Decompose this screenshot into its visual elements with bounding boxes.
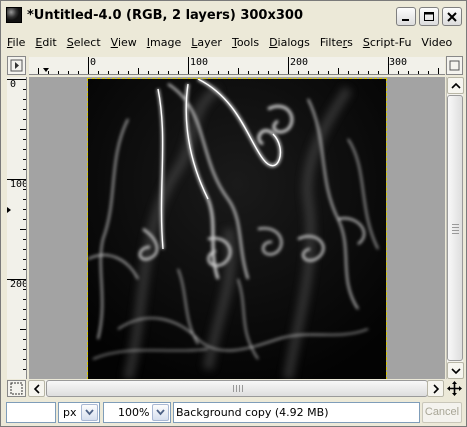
menu-bar: File Edit Select View Image Layer Tools … (2, 33, 465, 53)
maximize-button[interactable] (419, 7, 439, 26)
zoom-value: 100% (118, 406, 150, 419)
chevron-right-icon (433, 384, 440, 394)
menu-dialogs[interactable]: Dialogs (264, 33, 315, 53)
menu-filters[interactable]: Filters (315, 33, 358, 53)
scroll-left-button[interactable] (28, 380, 45, 397)
status-message: Background copy (4.92 MB) (173, 402, 420, 423)
navigate-button[interactable] (446, 380, 463, 397)
ruler-label: 0 (90, 57, 97, 68)
image-window: *Untitled-4.0 (RGB, 2 layers) 300x300 Fi… (0, 0, 467, 427)
ruler-pointer-icon (7, 207, 11, 213)
image-menu-button[interactable] (7, 56, 26, 75)
quick-mask-button[interactable] (7, 380, 26, 397)
zoom-select[interactable]: 100% (103, 402, 171, 423)
arrow-right-icon (10, 59, 23, 72)
title-bar[interactable]: *Untitled-4.0 (RGB, 2 layers) 300x300 (1, 1, 466, 31)
close-button[interactable] (442, 7, 462, 26)
chevron-left-icon (33, 384, 40, 394)
ruler-ticks (7, 79, 26, 370)
menu-view[interactable]: View (106, 33, 142, 53)
menu-video[interactable]: Video (416, 33, 457, 53)
ruler-label: 200 (10, 279, 27, 290)
scroll-up-button[interactable] (447, 77, 464, 94)
window-title: *Untitled-4.0 (RGB, 2 layers) 300x300 (27, 8, 303, 23)
vertical-ruler[interactable]: 0 100 200 (7, 77, 27, 379)
horizontal-scroll-thumb[interactable] (46, 380, 428, 397)
app-icon[interactable] (6, 7, 22, 23)
scroll-down-button[interactable] (447, 362, 464, 379)
ruler-label: 0 (10, 79, 17, 90)
chevron-down-icon (451, 368, 461, 375)
scroll-right-button[interactable] (427, 380, 444, 397)
zoom-toggle-icon (449, 60, 460, 71)
menu-edit[interactable]: Edit (30, 33, 61, 53)
pointer-coordinates (6, 402, 56, 423)
close-icon (447, 12, 457, 22)
menu-file[interactable]: File (2, 33, 30, 53)
maximize-icon (424, 12, 434, 21)
menu-tools[interactable]: Tools (227, 33, 264, 53)
ruler-label: 200 (290, 57, 309, 68)
image-canvas[interactable] (87, 77, 387, 379)
navigate-icon (447, 381, 462, 396)
menu-select[interactable]: Select (62, 33, 106, 53)
chevron-down-icon (85, 409, 94, 416)
vertical-scroll-thumb[interactable] (447, 95, 463, 361)
canvas-area[interactable] (29, 77, 445, 379)
unit-dropdown-button[interactable] (81, 404, 98, 421)
horizontal-ruler[interactable]: 0 100 200 300 (29, 57, 445, 75)
status-bar: px 100% Background copy (4.92 MB) Cancel (1, 399, 466, 426)
menu-script-fu[interactable]: Script-Fu (358, 33, 417, 53)
horizontal-scrollbar[interactable] (28, 380, 444, 397)
ruler-label: 300 (389, 57, 408, 68)
minimize-button[interactable] (396, 7, 416, 26)
minimize-icon (402, 19, 409, 21)
menu-image[interactable]: Image (142, 33, 186, 53)
chevron-up-icon (451, 82, 461, 89)
vertical-scrollbar[interactable] (446, 77, 464, 379)
chevron-down-icon (156, 409, 165, 416)
smoke-image (87, 77, 386, 379)
zoom-dropdown-button[interactable] (152, 404, 169, 421)
unit-value: px (63, 406, 77, 419)
ruler-label: 100 (190, 57, 209, 68)
menu-layer[interactable]: Layer (186, 33, 227, 53)
zoom-toggle-button[interactable] (446, 56, 463, 75)
quick-mask-icon (10, 382, 23, 395)
unit-select[interactable]: px (58, 402, 100, 423)
cancel-button[interactable]: Cancel (422, 402, 462, 423)
status-message-text: Background copy (4.92 MB) (176, 406, 329, 419)
ruler-label: 100 (10, 179, 27, 190)
